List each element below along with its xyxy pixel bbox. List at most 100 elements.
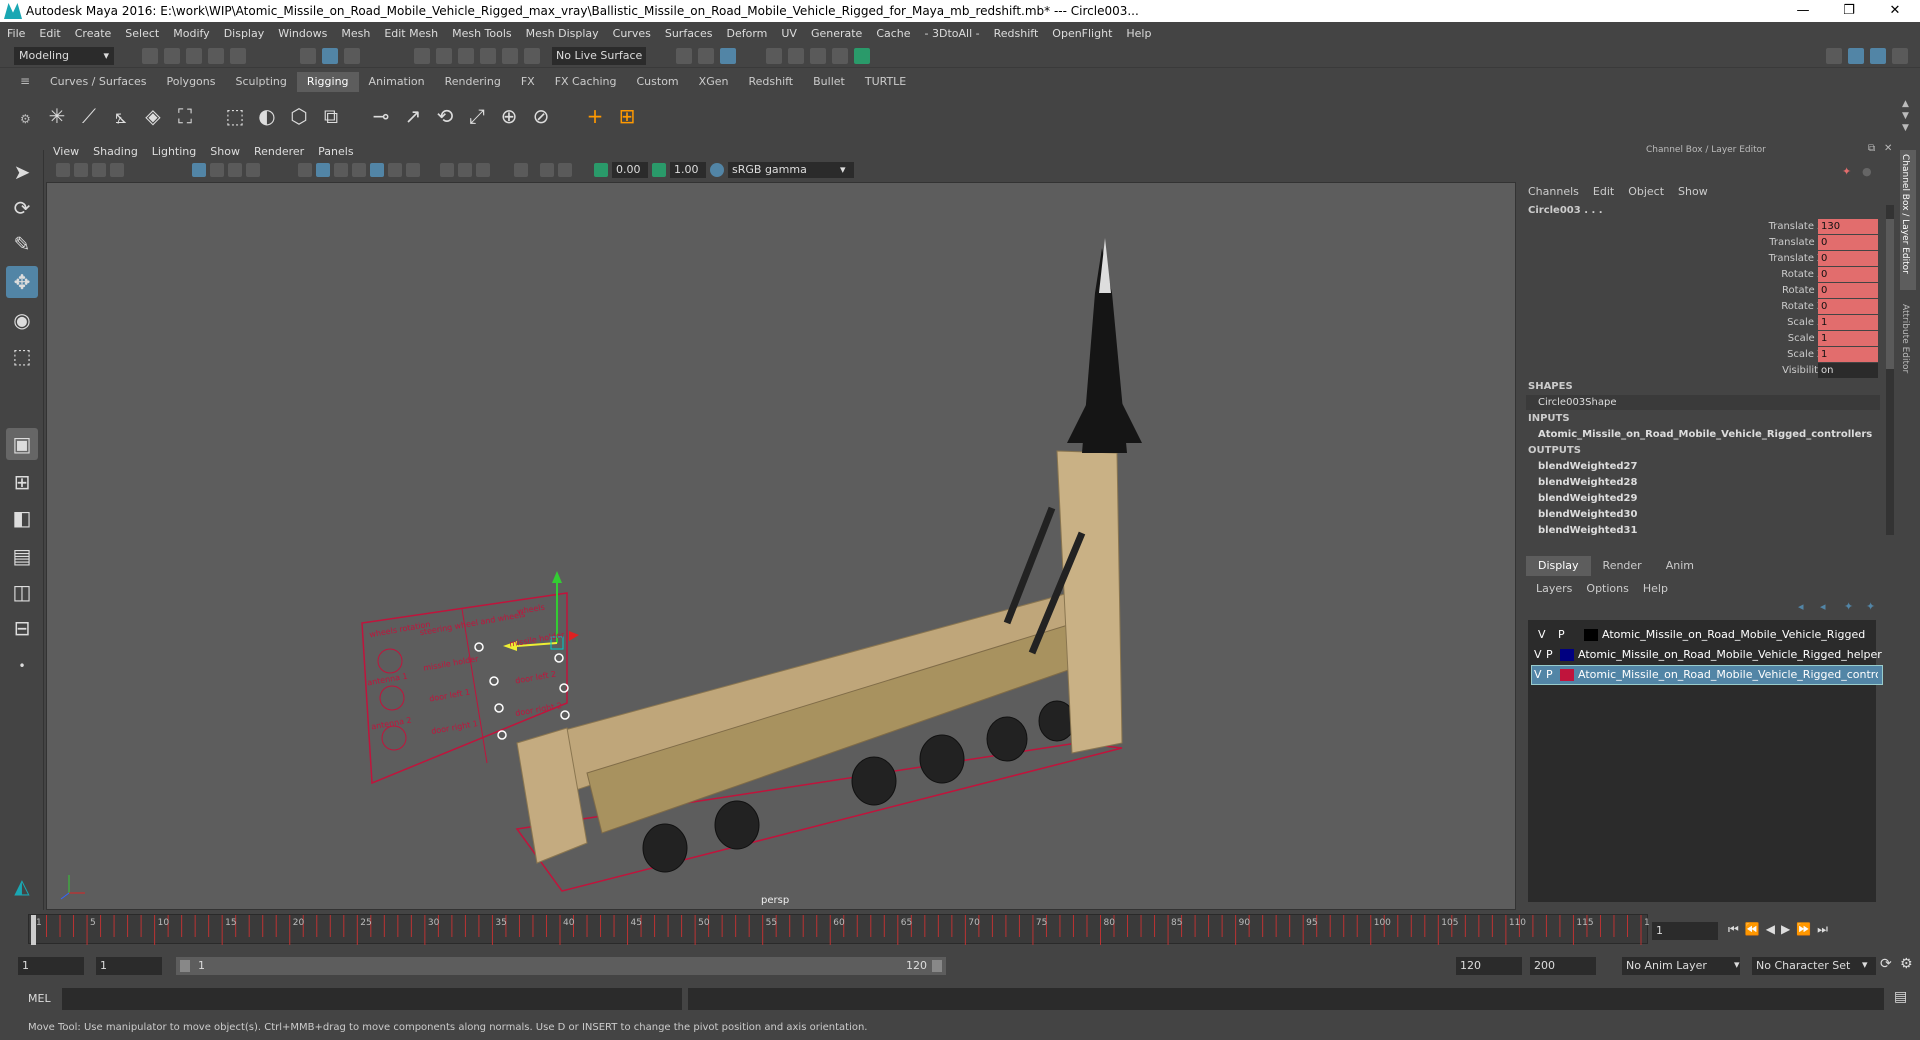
attribute-editor-toggle-icon[interactable]: [1870, 48, 1886, 64]
ipr-render-icon[interactable]: [720, 48, 736, 64]
channel-visibility[interactable]: Visibility on: [1522, 363, 1886, 379]
menu-mesh-display[interactable]: Mesh Display: [519, 27, 606, 40]
snap-view-plane-icon[interactable]: [502, 48, 518, 64]
input-node[interactable]: Atomic_Missile_on_Road_Mobile_Vehicle_Ri…: [1538, 429, 1872, 440]
snap-curve-icon[interactable]: [436, 48, 452, 64]
hypershade-icon[interactable]: [788, 48, 804, 64]
snap-point-icon[interactable]: [458, 48, 474, 64]
channel-rotate-z[interactable]: Rotate Z0: [1522, 299, 1886, 315]
channel-box-toggle-icon[interactable]: [1848, 48, 1864, 64]
shelf-tab-sculpting[interactable]: Sculpting: [225, 72, 296, 92]
playback-controls-icon[interactable]: ⏮⏪◀▶⏩⏭: [1728, 922, 1834, 937]
aim-constraint-icon[interactable]: ↗: [398, 100, 428, 132]
command-language-label[interactable]: MEL: [28, 992, 51, 1005]
time-ruler[interactable]: 1 5 10 15 20 25 30 35 40 45 50 55 60 65 70 75 80 85 90 95 10…: [28, 914, 1661, 945]
layer-menu-options[interactable]: Options: [1586, 582, 1628, 595]
perspective-viewport[interactable]: wheels rotation steering wheel and wheel…: [46, 182, 1516, 910]
menu-cache[interactable]: Cache: [869, 27, 917, 40]
menu-select[interactable]: Select: [118, 27, 166, 40]
single-perspective-layout-icon[interactable]: ▣: [6, 428, 38, 460]
render-current-icon[interactable]: [698, 48, 714, 64]
snap-grid-icon[interactable]: [414, 48, 430, 64]
side-tab-attribute-editor[interactable]: Attribute Editor: [1900, 300, 1916, 400]
camera-attributes-icon[interactable]: [74, 163, 88, 177]
bind-skin-icon[interactable]: ⬚: [220, 100, 250, 132]
maximize-button[interactable]: ❐: [1826, 0, 1872, 22]
smooth-shade-icon[interactable]: [316, 163, 330, 177]
menu-openflight[interactable]: OpenFlight: [1045, 27, 1119, 40]
menu-redshift[interactable]: Redshift: [987, 27, 1046, 40]
panel-layout-icon[interactable]: [1826, 48, 1842, 64]
shelf-tab-rigging[interactable]: Rigging: [296, 72, 359, 92]
humanik-icon[interactable]: ⛶: [170, 100, 200, 132]
vp-menu-shading[interactable]: Shading: [86, 143, 145, 161]
paint-select-tool-icon[interactable]: ✎: [6, 228, 38, 260]
menu-modify[interactable]: Modify: [166, 27, 216, 40]
ambient-occlusion-icon[interactable]: [406, 163, 420, 177]
resolution-gate-icon[interactable]: [228, 163, 242, 177]
snap-projected-icon[interactable]: [480, 48, 496, 64]
cb-menu-edit[interactable]: Edit: [1593, 185, 1614, 198]
menu-generate[interactable]: Generate: [804, 27, 869, 40]
xray-icon[interactable]: [540, 163, 554, 177]
layer-menu-help[interactable]: Help: [1643, 582, 1668, 595]
output-node[interactable]: blendWeighted31: [1538, 525, 1637, 536]
script-editor-icon[interactable]: ▤: [1894, 989, 1907, 1005]
make-live-icon[interactable]: [524, 48, 540, 64]
animation-preferences-icon[interactable]: ⚙: [1900, 956, 1913, 972]
live-surface-field[interactable]: No Live Surface: [552, 47, 646, 65]
view-transform-dropdown-icon[interactable]: ▾: [840, 163, 846, 176]
shelf-tab-curves-surfaces[interactable]: Curves / Surfaces: [40, 72, 157, 92]
joint-tool-icon[interactable]: ✳: [42, 100, 72, 132]
character-set-dropdown-icon[interactable]: ▾: [1862, 958, 1868, 971]
locator-icon[interactable]: +: [580, 100, 610, 132]
layer-color-swatch[interactable]: [1560, 669, 1574, 681]
color-management-icon[interactable]: [710, 163, 724, 177]
range-end-handle[interactable]: [932, 960, 942, 972]
control-circles[interactable]: [474, 642, 570, 740]
render-view-icon[interactable]: [676, 48, 692, 64]
minimize-button[interactable]: —: [1780, 0, 1826, 22]
layer-tab-anim[interactable]: Anim: [1654, 556, 1706, 576]
parent-constraint-icon[interactable]: ⊕: [494, 100, 524, 132]
move-manipulator-z-arrow[interactable]: [569, 631, 579, 641]
cluster-icon[interactable]: ⧉: [316, 100, 346, 132]
isolate-select-icon[interactable]: [514, 163, 528, 177]
cb-menu-object[interactable]: Object: [1628, 185, 1664, 198]
lattice-icon[interactable]: ⬡: [284, 100, 314, 132]
hypershade-persp-layout-icon[interactable]: ◫: [6, 576, 38, 608]
depth-of-field-icon[interactable]: [476, 163, 490, 177]
scale-constraint-icon[interactable]: ⤢: [462, 100, 492, 132]
layer-row-selected[interactable]: V P Atomic_Missile_on_Road_Mobile_Vehicl…: [1531, 665, 1883, 685]
ik-spline-icon[interactable]: ⦩: [106, 100, 136, 132]
gamma-field[interactable]: 1.00: [670, 162, 706, 178]
light-editor-icon[interactable]: [832, 48, 848, 64]
wireframe-on-shaded-icon[interactable]: [334, 163, 348, 177]
menu-deform[interactable]: Deform: [719, 27, 774, 40]
menu-curves[interactable]: Curves: [606, 27, 658, 40]
key-icon[interactable]: ✦: [1842, 165, 1851, 178]
new-layer-selected-icon[interactable]: ✦: [1866, 600, 1875, 613]
shelf-tab-turtle[interactable]: TURTLE: [855, 72, 916, 92]
close-panel-icon[interactable]: ✕: [1884, 143, 1892, 154]
close-button[interactable]: ✕: [1872, 0, 1918, 22]
persp-uv-layout-icon[interactable]: ⊟: [6, 612, 38, 644]
animation-start-field[interactable]: 1: [18, 957, 84, 975]
open-scene-icon[interactable]: [164, 48, 180, 64]
antenna2-control[interactable]: [381, 725, 407, 751]
vp-menu-lighting[interactable]: Lighting: [145, 143, 203, 161]
lock-icon[interactable]: ●: [1862, 165, 1872, 178]
shelf-options-icon[interactable]: ⚙: [20, 112, 34, 126]
shelf-tab-animation[interactable]: Animation: [359, 72, 435, 92]
shelf-tab-rendering[interactable]: Rendering: [435, 72, 511, 92]
anim-layer-select[interactable]: No Anim Layer: [1622, 957, 1740, 975]
new-scene-icon[interactable]: [142, 48, 158, 64]
channel-rotate-y[interactable]: Rotate Y0: [1522, 283, 1886, 299]
bookmark-icon[interactable]: [92, 163, 106, 177]
cb-menu-channels[interactable]: Channels: [1528, 185, 1579, 198]
move-layer-down-icon[interactable]: ◂: [1820, 600, 1826, 613]
layer-row[interactable]: V P Atomic_Missile_on_Road_Mobile_Vehicl…: [1532, 626, 1882, 644]
use-all-lights-icon[interactable]: [370, 163, 384, 177]
film-gate-icon[interactable]: [210, 163, 224, 177]
undo-icon[interactable]: [208, 48, 224, 64]
